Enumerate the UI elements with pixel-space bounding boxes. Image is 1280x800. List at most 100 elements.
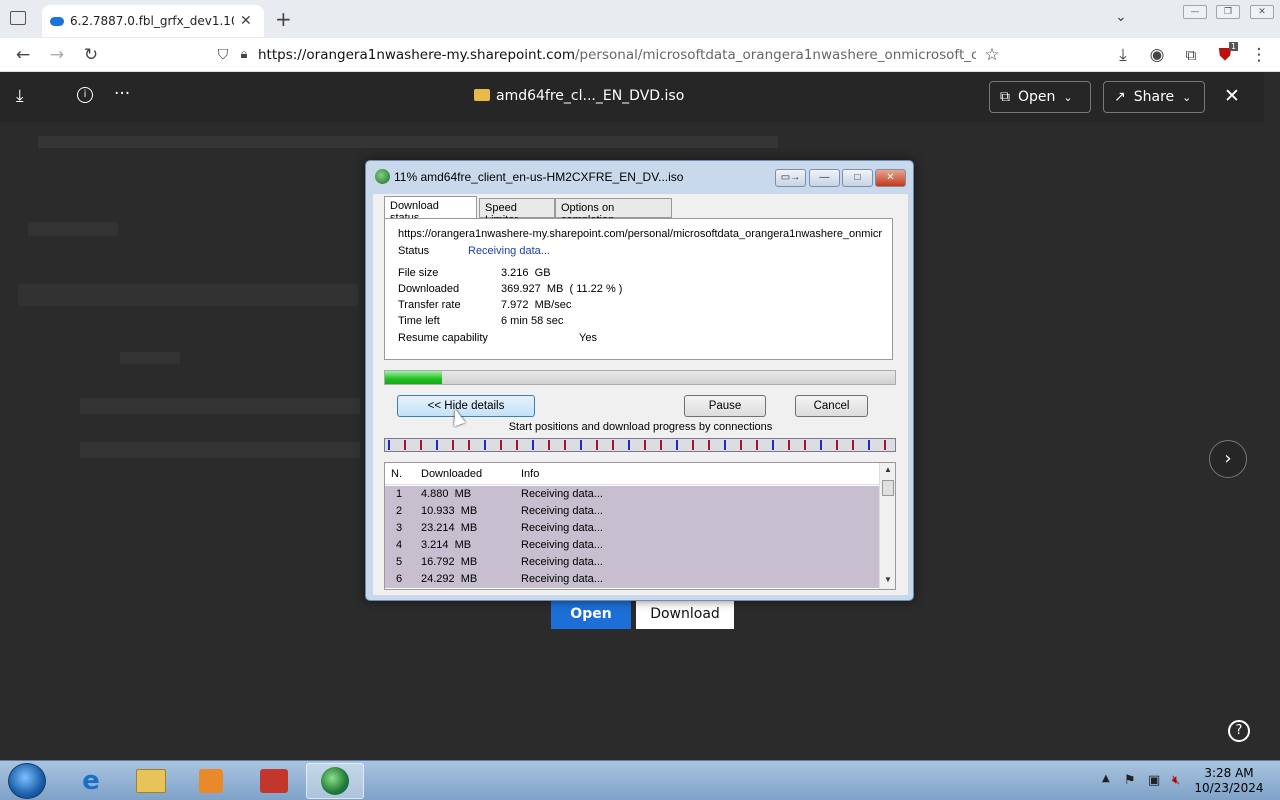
viewer-filename: amd64fre_cl..._EN_DVD.iso <box>474 88 684 104</box>
connection-tick <box>532 440 534 450</box>
download-progress-bar <box>384 370 896 385</box>
page-scrollbar[interactable] <box>1264 72 1280 760</box>
network-icon[interactable]: ▣ <box>1148 773 1160 788</box>
download-file-button[interactable]: Download <box>636 600 734 629</box>
browser-tab[interactable]: 6.2.7887.0.fbl_grfx_dev1.101118 ✕ <box>42 5 264 37</box>
table-row[interactable]: 2 10.933 MB Receiving data... <box>385 503 879 520</box>
scroll-down-icon[interactable]: ▼ <box>884 575 892 584</box>
file-explorer-icon[interactable] <box>122 763 180 799</box>
dialog-body: Download status Speed Limiter Options on… <box>373 194 908 595</box>
downloads-icon[interactable]: ⤓ <box>1112 44 1134 66</box>
account-icon[interactable]: ◉ <box>1146 44 1168 66</box>
lock-icon[interactable]: 🔒︎ <box>233 44 255 66</box>
chevron-down-icon[interactable]: ⌄ <box>1115 9 1127 25</box>
file-size-label: File size <box>398 267 439 279</box>
table-row[interactable]: 3 23.214 MB Receiving data... <box>385 520 879 537</box>
help-button[interactable]: ? <box>1228 720 1250 742</box>
transfer-rate-value: 7.972 MB/sec <box>501 299 572 311</box>
download-url: https://orangera1nwashere-my.sharepoint.… <box>398 228 882 240</box>
shield-icon[interactable]: ⛉ <box>212 44 234 66</box>
table-row[interactable]: 1 4.880 MB Receiving data... <box>385 486 879 503</box>
reload-icon[interactable]: ↻ <box>80 44 102 66</box>
tab-download-status[interactable]: Download status <box>384 196 477 224</box>
close-window-button[interactable]: ✕ <box>1250 5 1274 19</box>
column-header-info[interactable]: Info <box>521 468 539 480</box>
app-icon[interactable] <box>245 763 303 799</box>
connection-tick <box>420 440 422 450</box>
connection-downloaded: 4.880 MB <box>421 488 472 500</box>
column-header-downloaded[interactable]: Downloaded <box>421 468 482 480</box>
dialog-minimize-button[interactable]: — <box>809 169 840 187</box>
connection-downloaded: 16.792 MB <box>421 556 478 568</box>
hide-details-button[interactable]: << Hide details <box>397 395 535 417</box>
app-shape <box>260 769 288 793</box>
idm-globe-icon <box>375 169 390 184</box>
connections-scrollbar[interactable]: ▲ ▼ <box>879 463 895 589</box>
table-row[interactable]: 6 24.292 MB Receiving data... <box>385 571 879 588</box>
menu-icon[interactable]: ⋮ <box>1248 44 1270 66</box>
internet-explorer-icon[interactable]: e <box>62 763 120 799</box>
forward-icon[interactable]: → <box>46 44 68 66</box>
column-header-n[interactable]: N. <box>391 468 402 480</box>
minimize-to-tray-button[interactable]: ▭→ <box>775 169 806 187</box>
connection-tick <box>740 440 742 450</box>
address-bar[interactable]: https://orangera1nwashere-my.sharepoint.… <box>258 47 976 63</box>
new-tab-button[interactable]: + <box>275 7 292 31</box>
folder-icon <box>474 89 490 101</box>
connection-downloaded: 23.214 MB <box>421 522 478 534</box>
open-file-button[interactable]: Open <box>551 600 631 629</box>
viewer-toolbar: ⤓ i ··· amd64fre_cl..._EN_DVD.iso ⧉ Open ⌄… <box>0 72 1264 122</box>
open-menu-button[interactable]: ⧉ Open ⌄ <box>989 81 1091 113</box>
start-button[interactable] <box>8 763 46 799</box>
extensions-icon[interactable]: ⧉ <box>1180 44 1202 66</box>
share-menu-label: Share <box>1133 89 1175 105</box>
more-options-icon[interactable]: ··· <box>114 84 130 104</box>
table-row[interactable]: 5 16.792 MB Receiving data... <box>385 554 879 571</box>
system-clock[interactable]: 3:28 AM 10/23/2024 <box>1194 766 1264 796</box>
media-player-icon[interactable] <box>182 763 240 799</box>
chevron-down-icon: ⌄ <box>1063 90 1073 104</box>
bookmark-star-icon[interactable]: ☆ <box>981 44 1003 66</box>
connection-tick <box>852 440 854 450</box>
tab-speed-limiter[interactable]: Speed Limiter <box>479 198 555 226</box>
close-tab-icon[interactable]: ✕ <box>240 13 252 29</box>
clock-date: 10/23/2024 <box>1194 781 1264 795</box>
scroll-up-icon[interactable]: ▲ <box>884 465 892 474</box>
next-file-button[interactable]: › <box>1209 440 1247 478</box>
minimize-window-button[interactable]: — <box>1183 5 1207 19</box>
folder-shape <box>136 769 166 793</box>
chevron-down-icon: ⌄ <box>1182 90 1192 104</box>
close-viewer-icon[interactable]: ✕ <box>1224 85 1240 107</box>
back-icon[interactable]: ← <box>12 44 34 66</box>
connection-number: 2 <box>396 505 403 517</box>
connection-tick <box>468 440 470 450</box>
tab-options-on-completion[interactable]: Options on completion <box>555 198 672 226</box>
connection-tick <box>596 440 598 450</box>
volume-muted-icon[interactable]: 🔇︎ <box>1172 773 1180 788</box>
connection-tick <box>724 440 726 450</box>
download-icon[interactable]: ⤓ <box>16 86 24 106</box>
onedrive-icon <box>50 16 64 26</box>
internet-download-manager-icon[interactable] <box>306 763 364 799</box>
action-center-flag-icon[interactable]: ⚑ <box>1124 773 1136 788</box>
scroll-thumb[interactable] <box>882 480 894 496</box>
restore-window-button[interactable]: ❐ <box>1216 5 1240 19</box>
info-icon[interactable]: i <box>77 87 93 103</box>
tab-list-icon[interactable] <box>10 11 26 25</box>
dialog-maximize-button[interactable]: □ <box>842 169 873 187</box>
connection-info: Receiving data... <box>521 505 603 517</box>
share-menu-button[interactable]: ↗ Share ⌄ <box>1103 81 1205 113</box>
status-label: Status <box>398 245 430 257</box>
dialog-close-button[interactable]: ✕ <box>875 169 906 187</box>
connection-tick <box>756 440 758 450</box>
resume-capability-value: Yes <box>579 332 597 344</box>
table-row[interactable]: 4 3.214 MB Receiving data... <box>385 537 879 554</box>
connection-number: 1 <box>396 488 403 500</box>
backdrop-line <box>120 352 180 364</box>
show-hidden-icons[interactable]: ▲ <box>1102 773 1110 784</box>
transfer-rate-label: Transfer rate <box>398 299 461 311</box>
cancel-button[interactable]: Cancel <box>795 395 868 417</box>
pause-button[interactable]: Pause <box>684 395 766 417</box>
connection-tick <box>452 440 454 450</box>
connection-tick <box>836 440 838 450</box>
